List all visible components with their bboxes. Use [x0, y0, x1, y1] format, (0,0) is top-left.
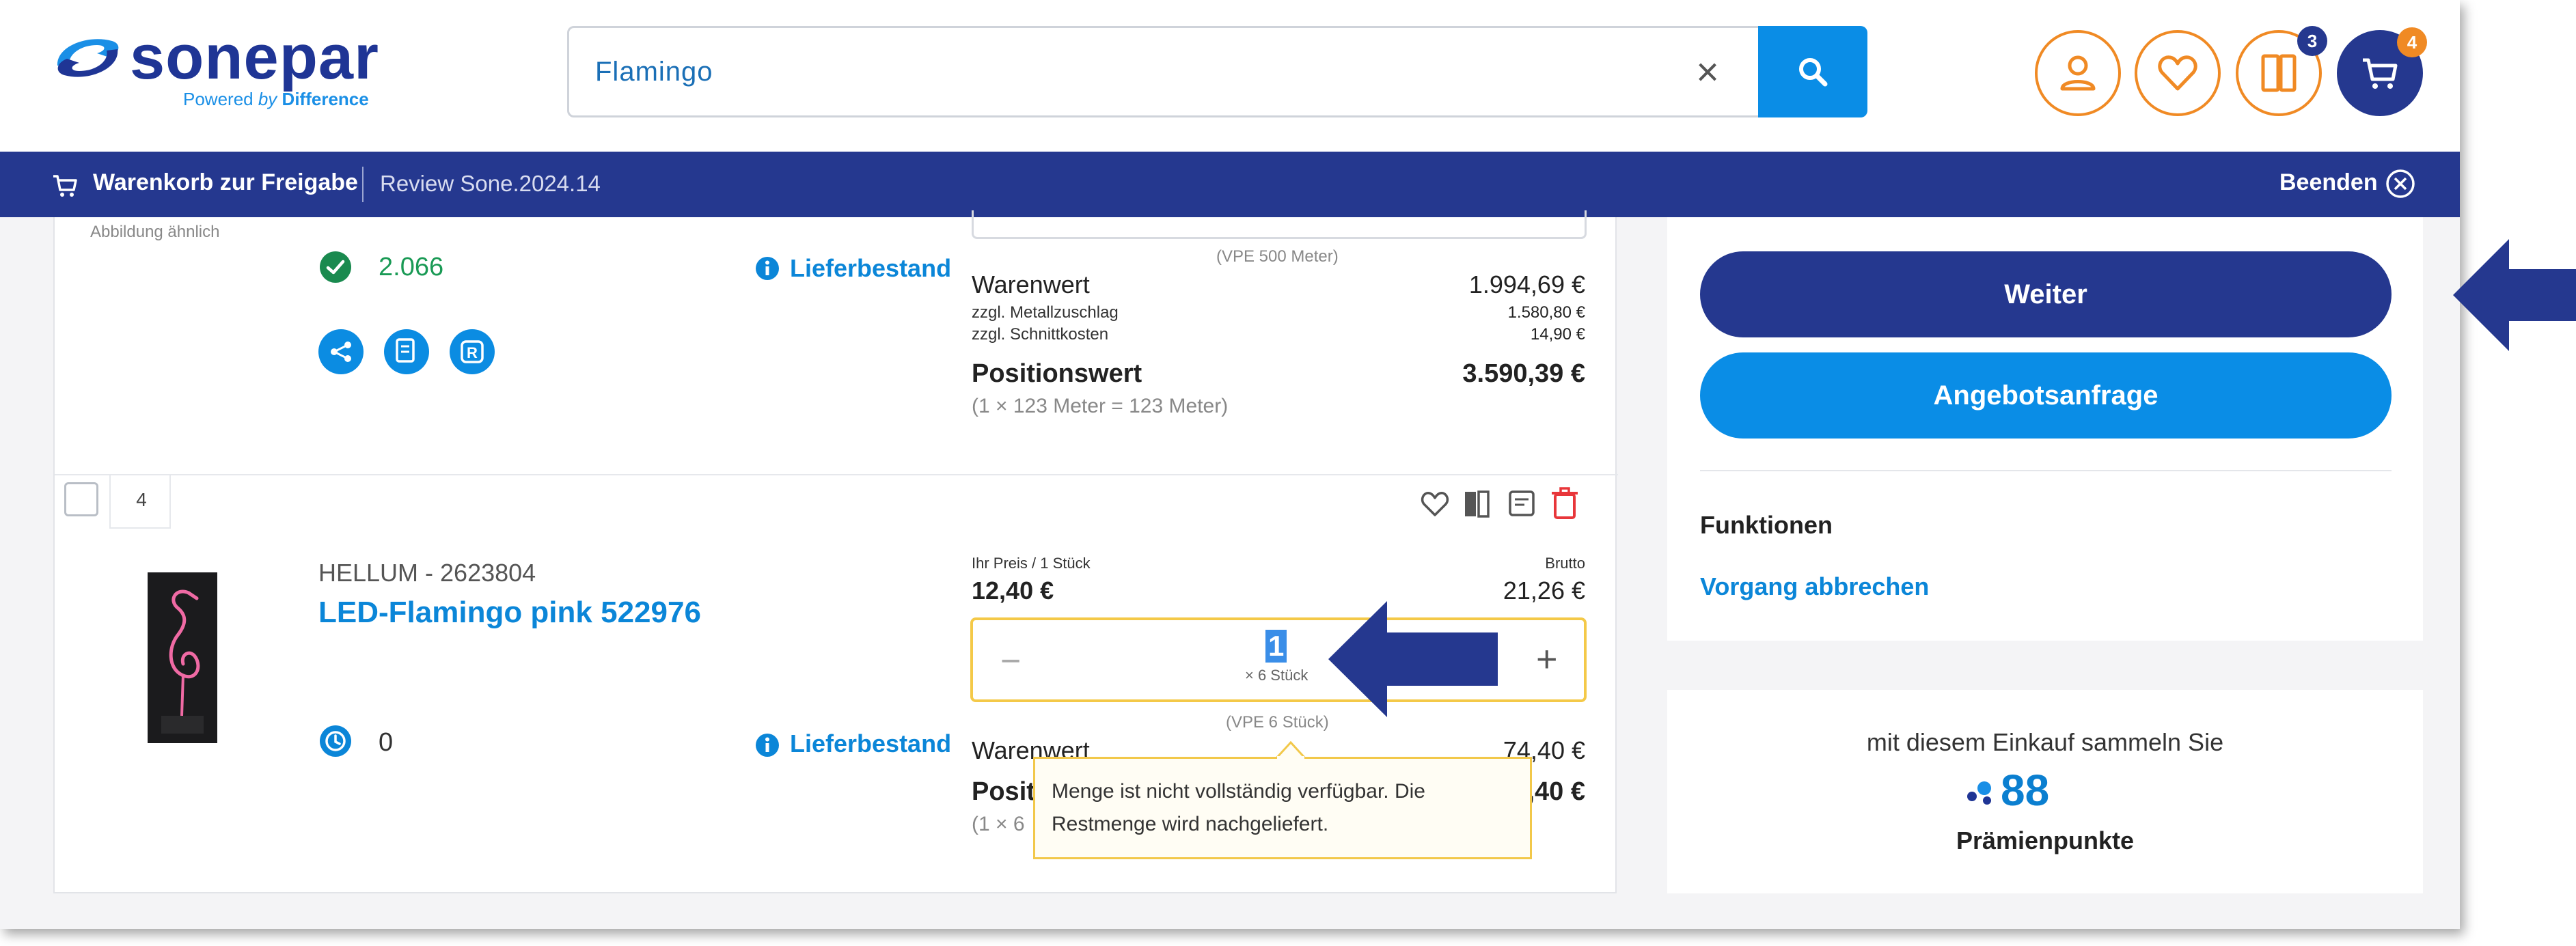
product-image[interactable]	[148, 572, 217, 743]
end-button[interactable]: Beenden	[2279, 169, 2378, 196]
datasheet-button[interactable]	[384, 329, 429, 374]
position-value: 3.590,39 €	[1462, 359, 1585, 388]
points-dots-icon	[1967, 781, 1991, 805]
quantity-input[interactable]: 1	[1265, 630, 1287, 663]
reward-points-text: mit diesem Einkauf sammeln Sie	[1866, 728, 2224, 756]
tooltip-text: Menge ist nicht vollständig verfügbar. D…	[1052, 780, 1425, 835]
account-button[interactable]	[2035, 30, 2121, 116]
cart-icon	[53, 175, 77, 197]
position-value-label: Positionswert	[972, 359, 1142, 388]
compare-button[interactable]: 3	[2236, 26, 2327, 116]
annotation-arrow-left	[1328, 601, 1498, 717]
metal-surcharge-value: 1.580,80 €	[1507, 303, 1585, 322]
svg-text:R: R	[467, 344, 478, 361]
item-divider	[55, 474, 1618, 475]
position-calculation: (1 × 6	[972, 813, 1025, 835]
search-icon	[1799, 58, 1828, 87]
cutting-cost-value: 14,90 €	[1530, 325, 1585, 344]
vpe-label: (VPE 500 Meter)	[1216, 247, 1339, 266]
app-window: sonepar Powered by Difference Flamingo ×	[0, 0, 2460, 929]
reward-points-panel: mit diesem Einkauf sammeln Sie 88 Prämie…	[1667, 690, 2423, 893]
share-icon	[331, 342, 351, 362]
unit-price-label: Ihr Preis / 1 Stück	[972, 555, 1091, 572]
divider	[1700, 470, 2392, 471]
user-icon	[2060, 55, 2096, 91]
logo-wordmark: sonepar	[130, 23, 379, 92]
checkout-actions-panel: Weiter Angebotsanfrage Funktionen Vorgan…	[1667, 217, 2423, 641]
note-icon[interactable]	[1506, 488, 1539, 520]
heart-icon[interactable]	[1419, 488, 1451, 520]
cancel-process-link[interactable]: Vorgang abbrechen	[1700, 572, 1929, 601]
goods-value-label: Warenwert	[972, 270, 1090, 298]
item-select-checkbox[interactable]	[64, 482, 98, 516]
divider	[362, 167, 364, 202]
vpe-label: (VPE 6 Stück)	[1226, 713, 1329, 732]
search-input[interactable]: Flamingo	[595, 57, 713, 87]
quote-request-button[interactable]: Angebotsanfrage	[1700, 352, 2392, 439]
close-circle-icon[interactable]	[2383, 167, 2417, 201]
continue-button[interactable]: Weiter	[1700, 251, 2392, 337]
goods-value: 1.994,69 €	[1468, 270, 1585, 298]
approval-title: Warenkorb zur Freigabe	[93, 169, 358, 195]
search-box[interactable]: Flamingo ×	[567, 26, 1867, 117]
stock-quantity: 0	[379, 728, 394, 757]
cart-items-panel: Abbildung ähnlich 2.066 Lieferbestand R …	[53, 210, 1618, 893]
stock-link[interactable]: Lieferbestand	[790, 729, 951, 758]
registered-button[interactable]: R	[450, 329, 495, 374]
compare-icon	[2261, 54, 2297, 92]
position-number-box: 4	[109, 474, 171, 529]
gross-label: Brutto	[1545, 555, 1585, 572]
logo[interactable]: sonepar Powered by Difference	[49, 22, 405, 111]
compare-icon[interactable]	[1462, 488, 1492, 520]
position-number: 4	[136, 489, 147, 510]
approval-bar: Warenkorb zur Freigabe Review Sone.2024.…	[0, 152, 2460, 217]
info-icon[interactable]	[754, 255, 780, 281]
metal-surcharge-label: zzgl. Metallzuschlag	[972, 303, 1119, 322]
trash-icon[interactable]	[1550, 486, 1580, 522]
quantity-unit: × 6 Stück	[1245, 667, 1308, 684]
info-icon[interactable]	[754, 732, 780, 758]
annotation-arrow-left	[2453, 239, 2576, 351]
availability-tooltip: Menge ist nicht vollständig verfügbar. D…	[1033, 741, 1532, 859]
stock-quantity: 2.066	[379, 253, 444, 281]
search-button[interactable]	[1758, 26, 1867, 117]
logo-swirl-icon	[57, 39, 119, 77]
reward-points-value: 88	[2001, 766, 2050, 815]
position-value-label: Posit	[972, 777, 1035, 806]
wishlist-button[interactable]	[2135, 30, 2221, 116]
decrement-button[interactable]: −	[1000, 641, 1021, 682]
check-circle-icon	[320, 251, 351, 283]
product-brand-sku: HELLUM - 2623804	[318, 559, 536, 587]
site-header: sonepar Powered by Difference Flamingo ×	[0, 0, 2460, 152]
flamingo-neon-image	[148, 572, 217, 743]
position-calculation: (1 × 123 Meter = 123 Meter)	[972, 395, 1229, 417]
close-icon[interactable]: ×	[1687, 48, 1728, 96]
cart-count-badge: 4	[2397, 27, 2427, 57]
document-icon	[396, 338, 415, 363]
quantity-box-partial	[972, 210, 1587, 239]
functions-heading: Funktionen	[1700, 511, 1833, 539]
registered-icon: R	[461, 340, 484, 363]
clock-icon	[320, 725, 351, 757]
share-button[interactable]	[318, 329, 364, 374]
compare-count-badge: 3	[2297, 26, 2327, 56]
review-name: Review Sone.2024.14	[380, 171, 601, 196]
cart-icon	[2363, 58, 2398, 89]
image-note: Abbildung ähnlich	[90, 223, 220, 241]
heart-icon	[2158, 55, 2197, 91]
increment-button[interactable]: +	[1536, 638, 1558, 680]
logo-tagline: Powered by Difference	[183, 89, 369, 109]
reward-points-label: Prämienpunkte	[1956, 826, 2135, 854]
cutting-cost-label: zzgl. Schnittkosten	[972, 325, 1109, 344]
tooltip-pointer	[1276, 741, 1306, 759]
unit-price: 12,40 €	[972, 576, 1054, 604]
stock-link[interactable]: Lieferbestand	[790, 254, 951, 283]
product-name-link[interactable]: LED-Flamingo pink 522976	[318, 596, 701, 630]
cart-button[interactable]: 4	[2337, 27, 2427, 116]
